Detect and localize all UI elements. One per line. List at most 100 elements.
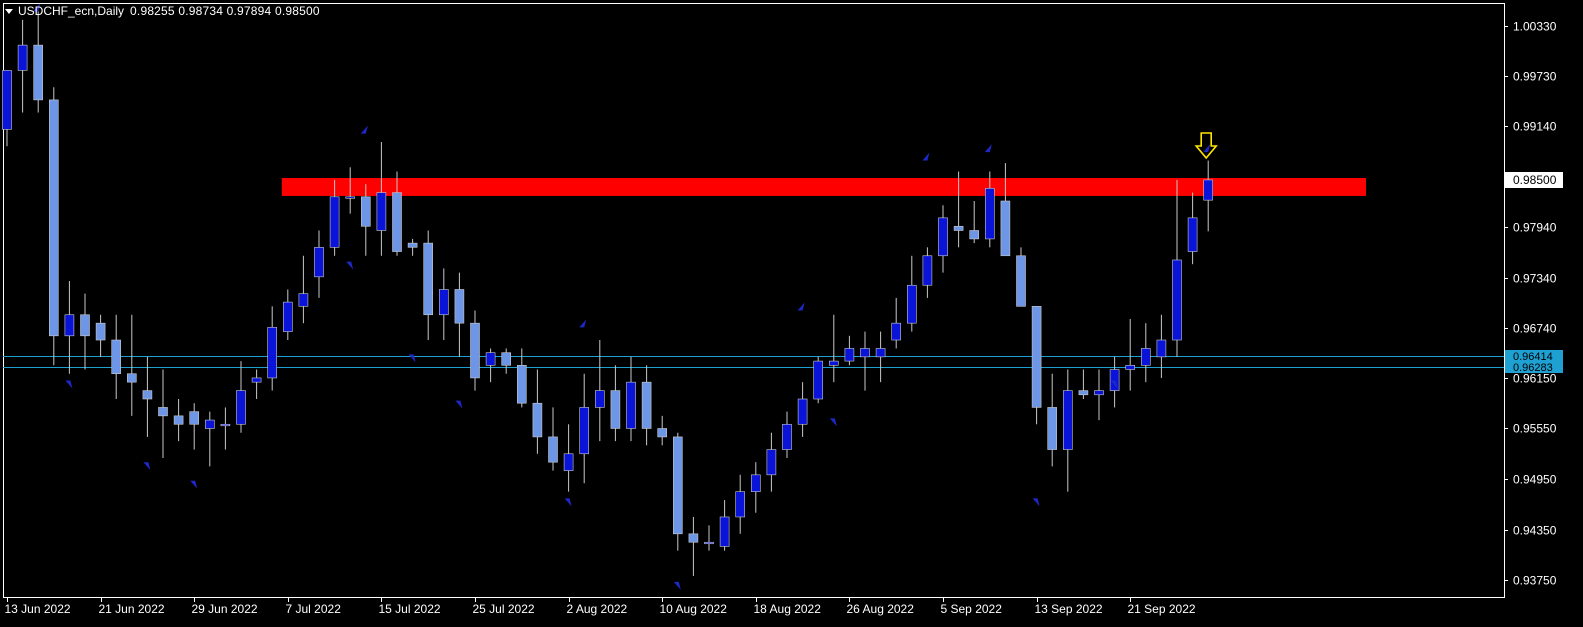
- candle[interactable]: [1047, 373, 1057, 467]
- candle[interactable]: [189, 403, 199, 450]
- candle[interactable]: [548, 407, 558, 471]
- candle[interactable]: [142, 356, 153, 437]
- candle[interactable]: [1203, 160, 1213, 232]
- candle[interactable]: [267, 306, 278, 391]
- price-chart[interactable]: 1.00330 0.99730 0.99140 0.97940 0.97340 0.967…: [0, 0, 1583, 627]
- candle[interactable]: [111, 314, 121, 399]
- candle[interactable]: [438, 268, 449, 341]
- candle[interactable]: [1000, 163, 1011, 257]
- candle[interactable]: [485, 348, 496, 383]
- candle[interactable]: [95, 314, 106, 357]
- candle[interactable]: [298, 255, 309, 324]
- candle[interactable]: [782, 411, 792, 458]
- candle[interactable]: [1125, 318, 1135, 391]
- candle-body-bull: [735, 491, 746, 518]
- x-tick-label: 21 Jun 2022: [99, 602, 165, 616]
- y-tick-label: 0.99140: [1513, 120, 1557, 134]
- candle[interactable]: [454, 272, 465, 357]
- candle[interactable]: [532, 369, 543, 454]
- candle[interactable]: [1156, 314, 1167, 378]
- candle[interactable]: [750, 462, 761, 513]
- candle[interactable]: [1094, 369, 1104, 421]
- candle[interactable]: [1172, 179, 1182, 357]
- fractal-down-icon: [143, 462, 151, 471]
- candle-body-bull: [782, 423, 792, 450]
- candle[interactable]: [33, 11, 44, 113]
- candle[interactable]: [860, 331, 870, 391]
- candle-body-bull: [1203, 179, 1213, 201]
- candle-body-bear: [423, 242, 434, 316]
- candle-body-bull: [2, 70, 12, 130]
- fractal-down-icon: [65, 380, 73, 389]
- candle[interactable]: [704, 525, 714, 551]
- candle[interactable]: [516, 348, 527, 408]
- candle[interactable]: [282, 289, 293, 341]
- candle-body-bear: [80, 314, 90, 337]
- candle[interactable]: [173, 399, 184, 442]
- candle[interactable]: [735, 474, 746, 534]
- candle[interactable]: [220, 407, 231, 450]
- candle-body-bear: [173, 415, 184, 425]
- candle[interactable]: [922, 247, 933, 298]
- candle[interactable]: [610, 365, 621, 442]
- candle-body-bear: [189, 411, 199, 425]
- candle[interactable]: [828, 314, 839, 383]
- candle[interactable]: [470, 310, 480, 391]
- candle[interactable]: [906, 255, 917, 332]
- resistance-zone[interactable]: [281, 177, 1366, 196]
- candle[interactable]: [205, 411, 215, 467]
- candle[interactable]: [1016, 247, 1026, 307]
- x-tick-label: 29 Jun 2022: [192, 602, 258, 616]
- candle[interactable]: [626, 356, 636, 442]
- candle[interactable]: [641, 365, 652, 446]
- candle[interactable]: [1031, 306, 1042, 425]
- candle[interactable]: [423, 230, 434, 341]
- candle[interactable]: [844, 335, 855, 366]
- candle-body-bear: [641, 381, 652, 429]
- candle-body-bull: [766, 449, 777, 476]
- candle[interactable]: [236, 361, 246, 433]
- candle-body-bull: [376, 192, 387, 231]
- candle[interactable]: [594, 340, 605, 442]
- candle[interactable]: [314, 230, 324, 298]
- candle-body-bear: [1016, 255, 1026, 307]
- candle[interactable]: [563, 424, 574, 492]
- candle[interactable]: [80, 293, 90, 370]
- candle[interactable]: [1063, 369, 1073, 492]
- candle[interactable]: [1187, 192, 1198, 265]
- candle[interactable]: [48, 87, 59, 366]
- candle[interactable]: [376, 142, 387, 256]
- candle[interactable]: [766, 432, 777, 492]
- candle-body-bull: [205, 419, 215, 429]
- x-tick-label: 21 Sep 2022: [1128, 602, 1196, 616]
- candle[interactable]: [688, 516, 699, 576]
- candle-body-bear: [1031, 306, 1042, 408]
- candle-body-bull: [1063, 390, 1073, 450]
- candle[interactable]: [127, 314, 137, 416]
- candle[interactable]: [969, 201, 980, 244]
- candle[interactable]: [657, 415, 668, 446]
- candle[interactable]: [64, 281, 75, 374]
- candle-body-bear: [392, 192, 402, 252]
- x-tick-label: 13 Sep 2022: [1035, 602, 1103, 616]
- candle[interactable]: [251, 369, 262, 399]
- candle[interactable]: [797, 382, 808, 437]
- candle[interactable]: [158, 369, 168, 458]
- candle[interactable]: [938, 205, 948, 273]
- candle[interactable]: [891, 297, 902, 349]
- candle[interactable]: [1141, 323, 1151, 383]
- candle-body-bull: [891, 322, 902, 341]
- candle[interactable]: [17, 19, 28, 113]
- triangle-down-icon[interactable]: [5, 8, 13, 14]
- candle-body-bull: [485, 352, 496, 366]
- candle[interactable]: [875, 331, 886, 383]
- candle-body-bear: [532, 402, 543, 438]
- candle[interactable]: [813, 356, 824, 404]
- candle[interactable]: [407, 238, 418, 256]
- candle[interactable]: [1078, 369, 1089, 399]
- candle[interactable]: [579, 373, 590, 484]
- candle[interactable]: [501, 348, 512, 374]
- candle[interactable]: [719, 500, 730, 551]
- y-tick-label: 0.94350: [1513, 524, 1557, 538]
- candle[interactable]: [672, 432, 683, 551]
